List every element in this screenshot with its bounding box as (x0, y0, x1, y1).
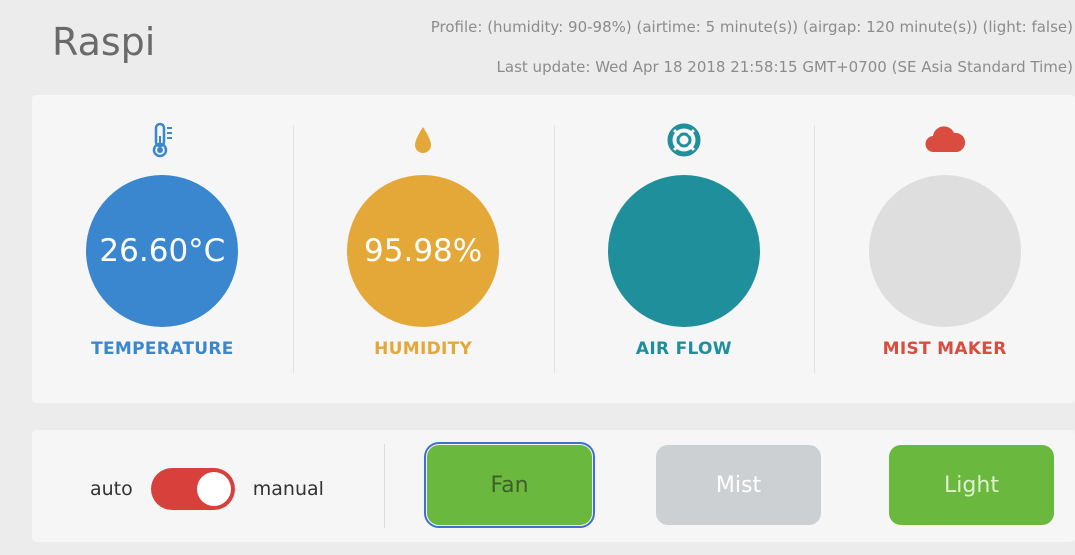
mode-toggle[interactable] (150, 468, 235, 510)
mode-switch-group: auto manual (90, 468, 324, 510)
mist-button[interactable]: Mist (656, 445, 821, 525)
humidity-value: 95.98% (347, 175, 500, 327)
water-drop-icon (412, 121, 434, 159)
humidity-label: HUMIDITY (374, 339, 473, 359)
airflow-card: AIR FLOW (553, 95, 815, 403)
app-title: Raspi (52, 20, 156, 64)
temperature-card: 26.60°C TEMPERATURE (32, 95, 293, 403)
fan-button[interactable]: Fan (424, 442, 595, 528)
lifebuoy-icon (667, 121, 701, 159)
light-button[interactable]: Light (889, 445, 1054, 525)
mode-auto-label: auto (90, 478, 133, 500)
thermometer-icon (151, 121, 173, 159)
last-update-text: Last update: Wed Apr 18 2018 21:58:15 GM… (496, 58, 1073, 76)
airflow-label: AIR FLOW (635, 339, 732, 359)
temperature-value: 26.60°C (86, 175, 239, 327)
toggle-knob (196, 472, 231, 506)
mode-manual-label: manual (252, 478, 324, 500)
humidity-card: 95.98% HUMIDITY (292, 95, 554, 403)
temperature-label: TEMPERATURE (91, 339, 234, 359)
airflow-indicator (607, 175, 760, 327)
divider (384, 444, 385, 528)
sensor-panel: 26.60°C TEMPERATURE 95.98% HUMIDITY AIR … (32, 95, 1075, 403)
cloud-icon (924, 121, 966, 159)
control-panel: auto manual Fan Mist Light (32, 430, 1075, 542)
mist-maker-card: MIST MAKER (814, 95, 1075, 403)
profile-text: Profile: (humidity: 90-98%) (airtime: 5 … (430, 18, 1073, 36)
mist-maker-label: MIST MAKER (882, 339, 1007, 359)
mist-maker-indicator (868, 175, 1021, 327)
